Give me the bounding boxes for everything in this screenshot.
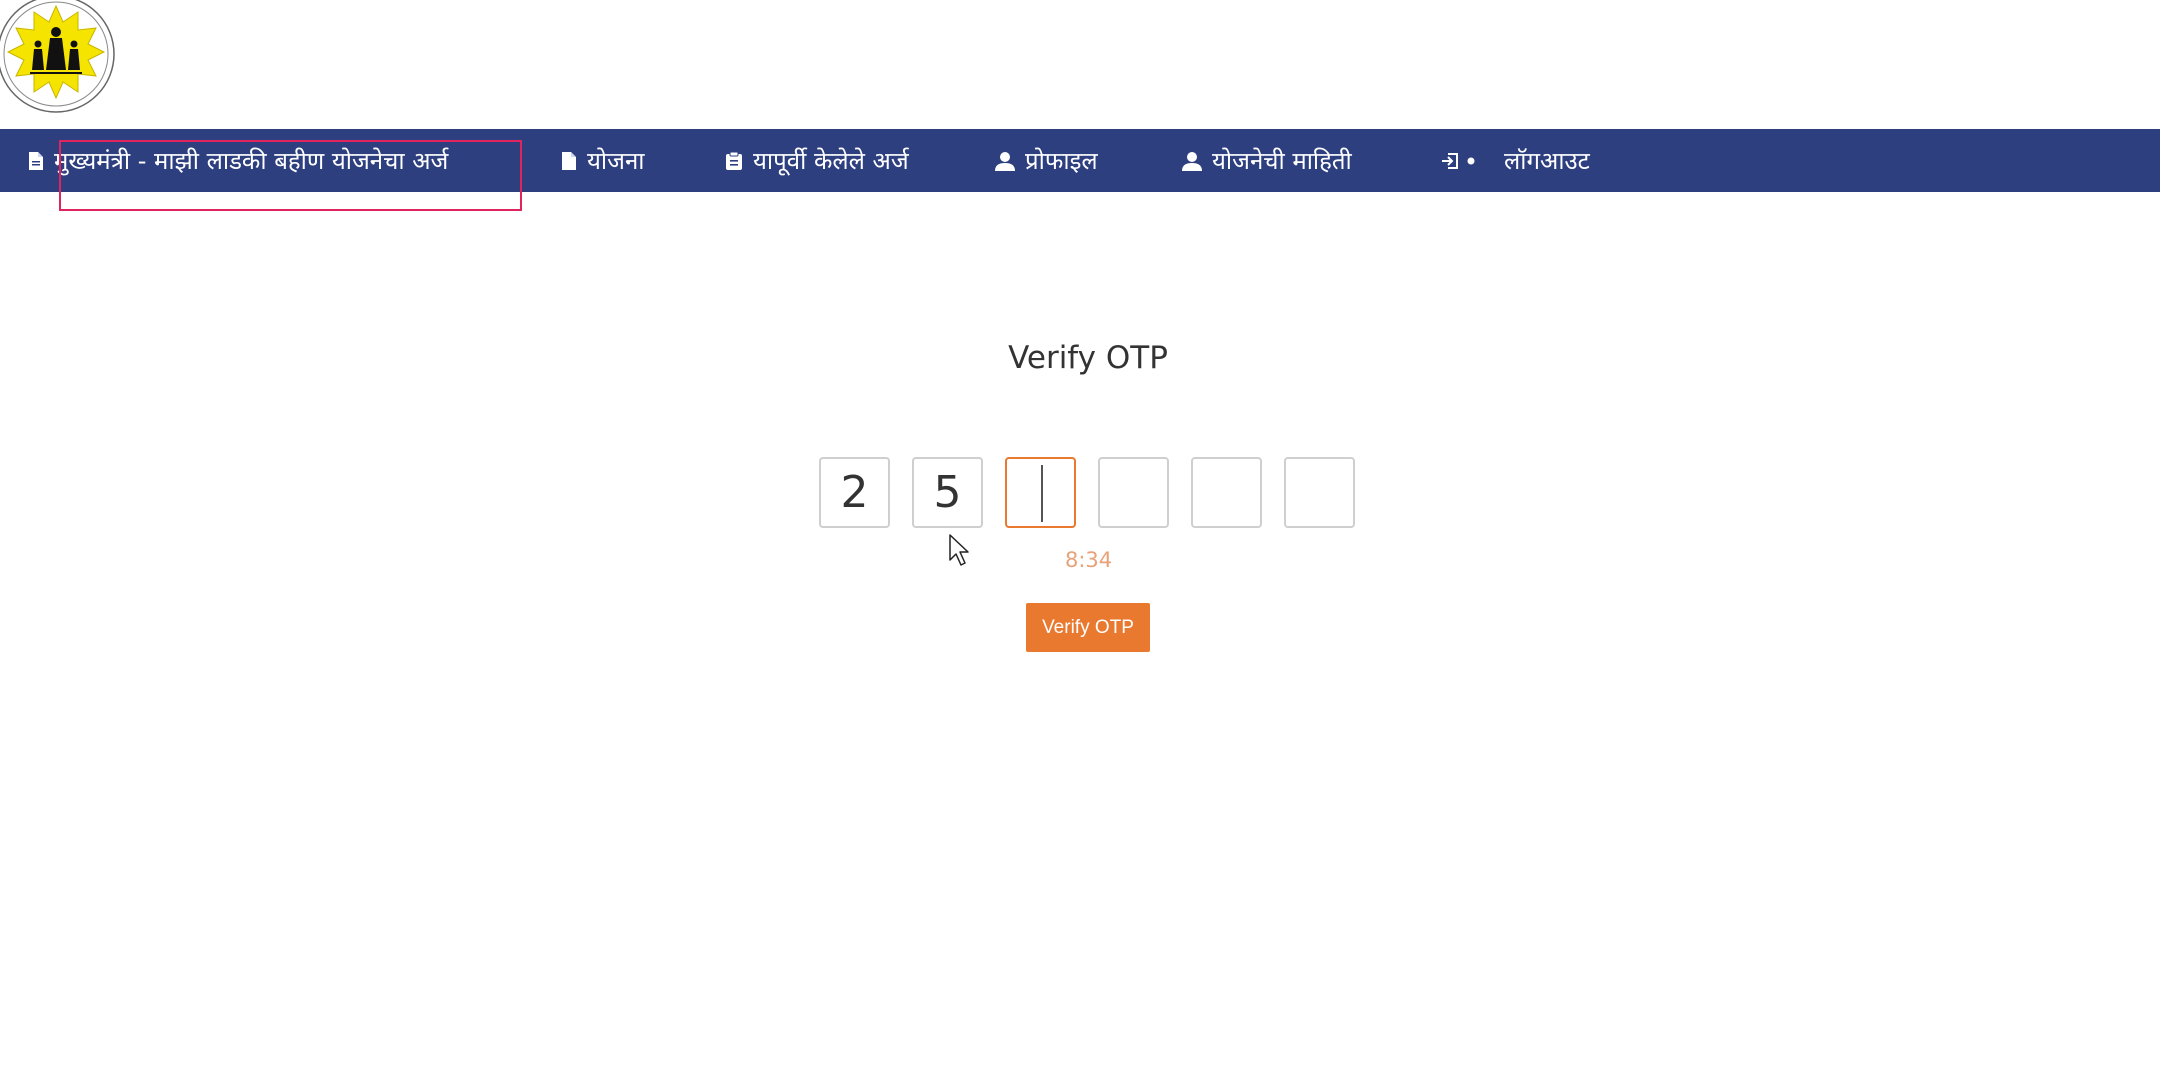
otp-input-group: 2 5 — [819, 457, 1355, 528]
clipboard-icon — [725, 151, 743, 171]
otp-digit-input-2[interactable]: 5 — [912, 457, 983, 528]
nav-item-label: मुख्यमंत्री - माझी लाडकी बहीण योजनेचा अर… — [54, 147, 449, 175]
page: मुख्यमंत्री - माझी लाडकी बहीण योजनेचा अर… — [0, 0, 2160, 1080]
nav-item-label: प्रोफाइल — [1025, 147, 1098, 175]
logo — [0, 0, 120, 118]
main-navbar: मुख्यमंत्री - माझी लाडकी बहीण योजनेचा अर… — [0, 129, 2160, 192]
text-caret — [1041, 465, 1043, 522]
nav-item-label: योजनेची माहिती — [1212, 147, 1352, 175]
nav-item-yojana[interactable]: योजना — [561, 129, 644, 192]
user-icon — [1182, 151, 1202, 171]
otp-digit-input-1[interactable]: 2 — [819, 457, 890, 528]
user-icon — [995, 151, 1015, 171]
nav-item-ladki-bahin-application[interactable]: मुख्यमंत्री - माझी लाडकी बहीण योजनेचा अर… — [28, 129, 448, 192]
page-title: Verify OTP — [1008, 340, 1168, 376]
otp-digit-input-6[interactable] — [1284, 457, 1355, 528]
mouse-cursor-icon — [949, 534, 973, 572]
nav-item-label: योजना — [587, 147, 645, 175]
otp-countdown-timer: 8:34 — [1065, 548, 1113, 572]
otp-digit-input-5[interactable] — [1191, 457, 1262, 528]
otp-digit-input-4[interactable] — [1098, 457, 1169, 528]
otp-digit-input-3[interactable] — [1005, 457, 1076, 528]
nav-item-label: लॉगआउट — [1504, 147, 1590, 175]
nav-item-label: यापूर्वी केलेले अर्ज — [753, 147, 909, 175]
logout-icon — [1440, 151, 1476, 171]
nav-item-previous-applications[interactable]: यापूर्वी केलेले अर्ज — [725, 129, 909, 192]
document-icon — [561, 151, 577, 171]
nav-item-scheme-information[interactable]: योजनेची माहिती — [1182, 129, 1352, 192]
nav-item-logout[interactable]: लॉगआउट — [1440, 129, 1590, 192]
nav-item-profile[interactable]: प्रोफाइल — [995, 129, 1098, 192]
document-icon — [28, 151, 44, 171]
verify-otp-button[interactable]: Verify OTP — [1026, 603, 1150, 652]
